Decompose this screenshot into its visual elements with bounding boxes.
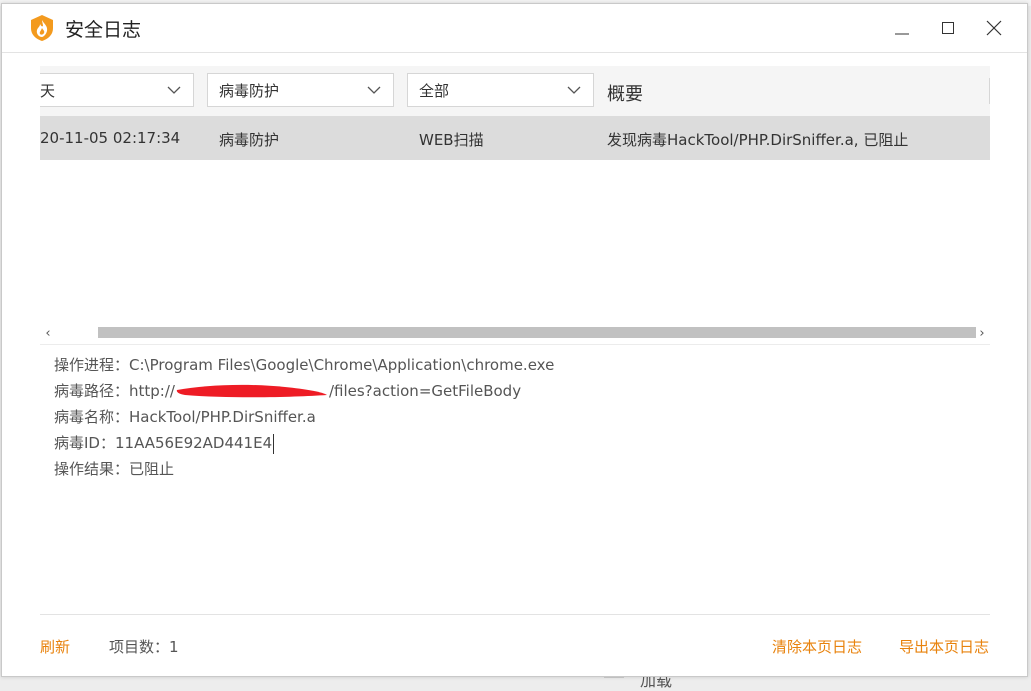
row-summary: 发现病毒HackTool/PHP.DirSniffer.a, 已阻止	[607, 131, 909, 149]
type-filter-value: 全部	[419, 81, 450, 100]
refresh-link[interactable]: 刷新	[40, 636, 70, 657]
export-page-log-link[interactable]: 导出本页日志	[899, 636, 989, 657]
virus-name-value: HackTool/PHP.DirSniffer.a	[129, 408, 316, 426]
scroll-right-button[interactable]: ›	[974, 324, 990, 342]
row-time: 20-11-05 02:17:34	[40, 129, 181, 147]
item-count-value: 1	[169, 638, 179, 656]
maximize-button[interactable]	[928, 10, 968, 46]
log-table-header: 天 病毒防护 全部 概要	[40, 66, 990, 117]
huorong-logo-icon	[31, 15, 53, 41]
chevron-down-icon	[367, 86, 381, 94]
path-label: 病毒路径：	[54, 382, 130, 400]
virus-id-label: 病毒ID：	[54, 434, 115, 452]
chevron-left-icon: ‹	[45, 325, 51, 341]
window-title: 安全日志	[65, 19, 142, 41]
process-label: 操作进程：	[54, 356, 130, 374]
text-caret	[273, 433, 275, 454]
chevron-right-icon: ›	[979, 325, 985, 341]
detail-divider	[40, 344, 990, 345]
scrollbar-thumb[interactable]	[98, 327, 976, 338]
item-count-label: 项目数：	[109, 638, 170, 656]
title-bar: 安全日志	[2, 4, 1027, 53]
minimize-button[interactable]	[882, 10, 922, 46]
minimize-icon	[895, 33, 909, 35]
module-filter-select[interactable]: 病毒防护	[207, 73, 394, 107]
redaction-mark	[175, 384, 329, 399]
detail-process: 操作进程：C:\Program Files\Google\Chrome\Appl…	[54, 352, 554, 378]
footer-divider	[40, 614, 990, 615]
path-prefix: http://	[129, 382, 175, 400]
chevron-down-icon	[167, 86, 181, 94]
log-detail-panel: 操作进程：C:\Program Files\Google\Chrome\Appl…	[54, 352, 554, 482]
path-suffix: /files?action=GetFileBody	[328, 382, 522, 400]
summary-column-header: 概要	[607, 84, 643, 105]
result-value: 已阻止	[129, 460, 175, 478]
type-filter-select[interactable]: 全部	[407, 73, 594, 107]
maximize-icon	[942, 22, 954, 34]
process-value: C:\Program Files\Google\Chrome\Applicati…	[129, 356, 555, 374]
clear-page-log-link[interactable]: 清除本页日志	[772, 636, 862, 657]
row-module: 病毒防护	[219, 131, 280, 149]
close-icon	[986, 20, 1002, 36]
security-log-window: 安全日志 天 病毒防护 全部 概要 20-11-05 02:17:34 病毒防护…	[1, 3, 1028, 677]
date-filter-select[interactable]: 天	[40, 73, 194, 107]
table-row[interactable]: 20-11-05 02:17:34 病毒防护 WEB扫描 发现病毒HackToo…	[40, 116, 990, 160]
item-count: 项目数：1	[109, 636, 179, 657]
scroll-left-button[interactable]: ‹	[40, 324, 56, 342]
virus-name-label: 病毒名称：	[54, 408, 130, 426]
result-label: 操作结果：	[54, 460, 130, 478]
detail-virus-id[interactable]: 病毒ID：11AA56E92AD441E4	[54, 430, 554, 456]
detail-virus-name: 病毒名称：HackTool/PHP.DirSniffer.a	[54, 404, 554, 430]
detail-result: 操作结果：已阻止	[54, 456, 554, 482]
date-filter-value: 天	[40, 81, 56, 100]
horizontal-scrollbar[interactable]: ‹ ›	[40, 324, 990, 342]
row-type: WEB扫描	[419, 131, 484, 149]
virus-id-value: 11AA56E92AD441E4	[114, 434, 273, 452]
close-button[interactable]	[974, 10, 1014, 46]
module-filter-value: 病毒防护	[219, 81, 280, 100]
column-divider	[989, 78, 990, 104]
chevron-down-icon	[567, 86, 581, 94]
detail-path: 病毒路径：http:// /files?action=GetFileBody	[54, 378, 554, 404]
